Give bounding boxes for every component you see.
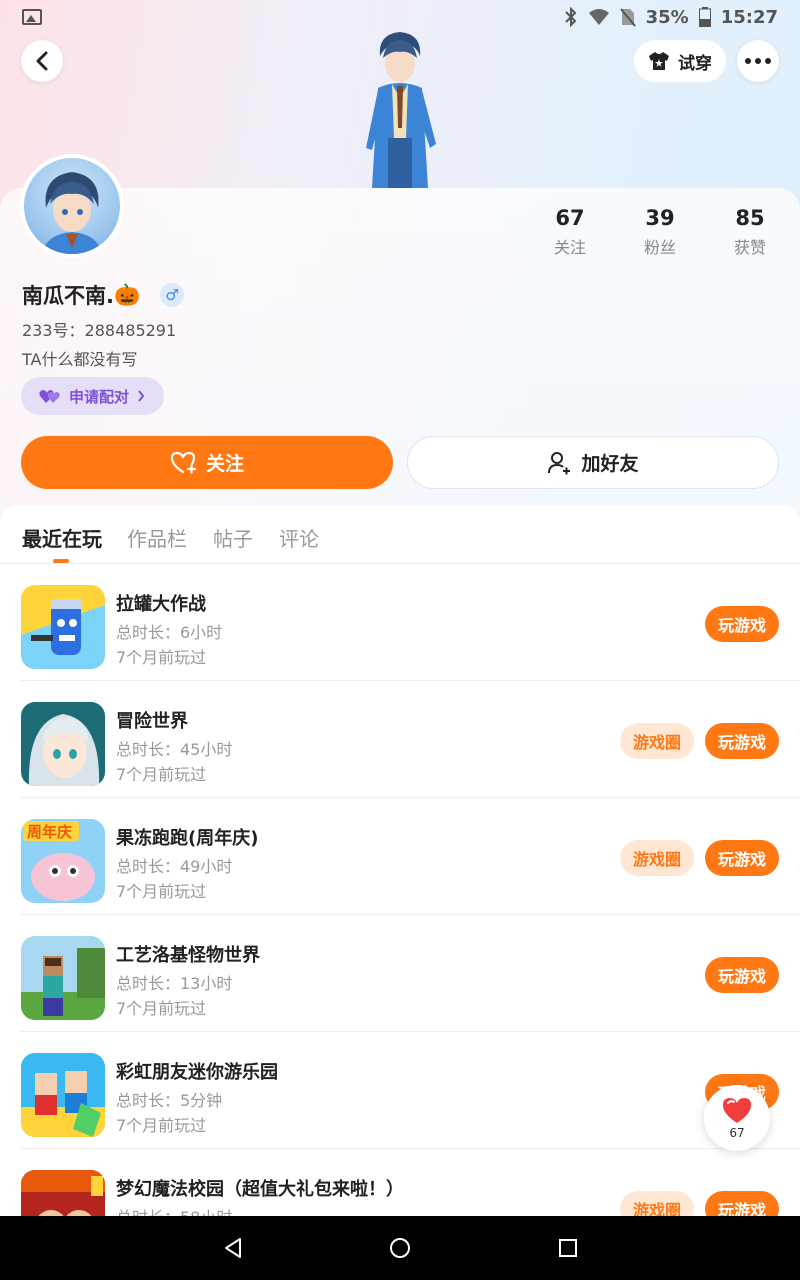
game-circle-button[interactable]: 游戏圈 bbox=[620, 723, 694, 759]
game-icon-jelly-run: 周年庆 bbox=[21, 819, 105, 903]
play-game-button[interactable]: 玩游戏 bbox=[705, 723, 779, 759]
fans-count: 39 bbox=[645, 206, 675, 230]
list-item[interactable]: 工艺洛基怪物世界 总时长：13小时 7个月前玩过 玩游戏 bbox=[0, 915, 800, 1032]
following-label: 关注 bbox=[553, 238, 586, 257]
user-avatar[interactable] bbox=[20, 154, 124, 258]
game-last-played: 7个月前玩过 bbox=[116, 765, 207, 784]
list-item[interactable]: 冒险世界 总时长：45小时 7个月前玩过 游戏圈 玩游戏 bbox=[0, 681, 800, 798]
game-last-played: 7个月前玩过 bbox=[116, 648, 207, 667]
avatar-character-figure bbox=[366, 32, 436, 188]
back-triangle-icon[interactable] bbox=[221, 1236, 245, 1260]
stat-likes[interactable]: 85 获赞 bbox=[710, 206, 790, 258]
game-last-played: 7个月前玩过 bbox=[116, 882, 207, 901]
pumpkin-emoji: 🎃 bbox=[113, 282, 141, 307]
game-duration: 总时长：45小时 bbox=[116, 740, 233, 759]
nickname-text: 南瓜不南. bbox=[22, 284, 114, 308]
user-bio: TA什么都没有写 bbox=[22, 350, 138, 369]
game-title: 拉罐大作战 bbox=[116, 594, 206, 615]
game-last-played: 7个月前玩过 bbox=[116, 1116, 207, 1135]
battery-percent: 35% bbox=[645, 6, 689, 28]
game-icon-rainbow-friends-park bbox=[21, 1053, 105, 1137]
game-icon-can-battle bbox=[21, 585, 105, 669]
list-item[interactable]: 周年庆 果冻跑跑(周年庆) 总时长：49小时 7个月前玩过 游戏圈 玩游戏 bbox=[0, 798, 800, 915]
more-dots-icon bbox=[745, 58, 771, 64]
wifi-icon bbox=[588, 9, 609, 25]
follow-button[interactable]: 关注 bbox=[21, 436, 393, 489]
more-options-button[interactable] bbox=[737, 40, 779, 82]
male-gender-icon: ♂ bbox=[160, 283, 185, 307]
like-count: 67 bbox=[729, 1125, 745, 1140]
tab-posts[interactable]: 帖子 bbox=[213, 523, 253, 552]
game-title: 果冻跑跑(周年庆) bbox=[116, 828, 259, 849]
system-navigation-bar bbox=[0, 1216, 800, 1280]
list-item[interactable]: 拉罐大作战 总时长：6小时 7个月前玩过 玩游戏 bbox=[0, 564, 800, 681]
avatar-portrait bbox=[42, 172, 102, 254]
game-duration: 总时长：6小时 bbox=[116, 623, 223, 642]
add-friend-label: 加好友 bbox=[581, 453, 639, 475]
game-title: 工艺洛基怪物世界 bbox=[116, 945, 260, 966]
play-game-button[interactable]: 玩游戏 bbox=[705, 840, 779, 876]
nickname: 南瓜不南. 🎃 ♂ bbox=[22, 280, 185, 310]
follow-label: 关注 bbox=[205, 453, 244, 475]
no-sim-icon bbox=[619, 8, 636, 27]
gallery-notification-icon bbox=[22, 9, 42, 25]
active-tab-indicator bbox=[53, 559, 69, 563]
following-count: 67 bbox=[555, 206, 585, 230]
play-game-button[interactable]: 玩游戏 bbox=[705, 957, 779, 993]
anniversary-badge-text: 周年庆 bbox=[27, 823, 72, 841]
apply-pair-label: 申请配对 bbox=[69, 387, 130, 406]
recents-square-icon[interactable] bbox=[556, 1236, 580, 1260]
play-game-button[interactable]: 玩游戏 bbox=[705, 606, 779, 642]
heart-plus-icon bbox=[170, 451, 196, 474]
profile-tabs: 最近在玩 作品栏 帖子 评论 bbox=[0, 505, 800, 564]
game-icon-adventure-world bbox=[21, 702, 105, 786]
game-circle-button[interactable]: 游戏圈 bbox=[620, 840, 694, 876]
battery-icon bbox=[698, 7, 711, 27]
game-title: 彩虹朋友迷你游乐园 bbox=[116, 1062, 278, 1083]
chevron-left-icon bbox=[36, 51, 48, 71]
fans-label: 粉丝 bbox=[643, 238, 676, 257]
likes-count: 85 bbox=[735, 206, 765, 230]
tab-recently-played[interactable]: 最近在玩 bbox=[22, 523, 102, 552]
stat-fans[interactable]: 39 粉丝 bbox=[620, 206, 700, 258]
try-on-label: 试穿 bbox=[678, 53, 712, 74]
apply-pair-button[interactable]: 申请配对 bbox=[21, 377, 164, 415]
add-user-icon bbox=[548, 451, 571, 474]
tab-works[interactable]: 作品栏 bbox=[127, 523, 187, 552]
game-duration: 总时长：5分钟 bbox=[116, 1091, 223, 1110]
floating-like-button[interactable]: 67 bbox=[704, 1085, 770, 1151]
stat-following[interactable]: 67 关注 bbox=[530, 206, 610, 258]
clock: 15:27 bbox=[720, 6, 778, 28]
double-heart-icon bbox=[39, 390, 60, 403]
add-friend-button[interactable]: 加好友 bbox=[407, 436, 779, 489]
tab-comments[interactable]: 评论 bbox=[279, 523, 319, 552]
game-title: 冒险世界 bbox=[116, 711, 188, 732]
game-duration: 总时长：49小时 bbox=[116, 857, 233, 876]
list-item[interactable]: 彩虹朋友迷你游乐园 总时长：5分钟 7个月前玩过 玩游戏 bbox=[0, 1032, 800, 1149]
home-circle-icon[interactable] bbox=[388, 1236, 412, 1260]
heart-icon bbox=[723, 1097, 751, 1123]
bluetooth-icon bbox=[564, 7, 577, 27]
tshirt-icon bbox=[649, 52, 669, 70]
likes-label: 获赞 bbox=[733, 238, 766, 257]
game-icon-craft-monster-world bbox=[21, 936, 105, 1020]
game-duration: 总时长：13小时 bbox=[116, 974, 233, 993]
game-title: 梦幻魔法校园（超值大礼包来啦！） bbox=[116, 1179, 404, 1200]
back-button[interactable] bbox=[21, 40, 63, 82]
try-on-button[interactable]: 试穿 bbox=[634, 40, 726, 82]
chevron-right-icon bbox=[138, 390, 145, 402]
user-id: 233号：288485291 bbox=[22, 321, 177, 340]
game-last-played: 7个月前玩过 bbox=[116, 999, 207, 1018]
